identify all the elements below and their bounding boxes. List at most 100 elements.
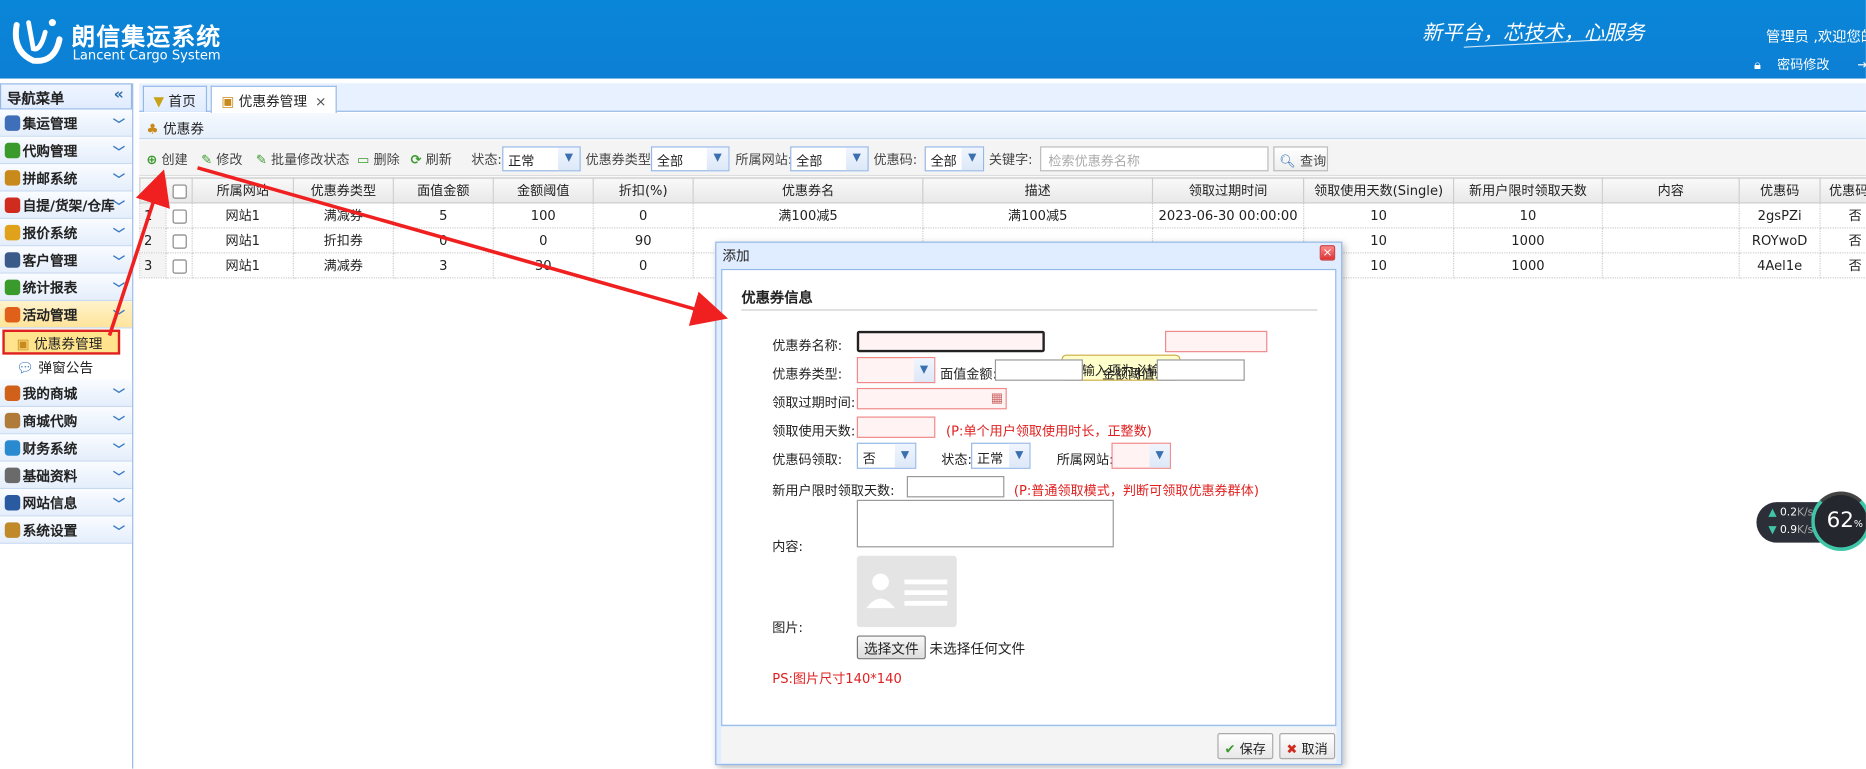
- logout-link[interactable]: ⇥ 安: [1857, 57, 1865, 72]
- column-header[interactable]: 面值金额: [392, 177, 494, 204]
- close-icon[interactable]: ×: [1319, 245, 1336, 261]
- site-select[interactable]: ▼: [1111, 442, 1171, 469]
- sidebar-item-label: 统计报表: [22, 279, 78, 297]
- sidebar-item[interactable]: 财务系统 ﹀: [0, 434, 133, 462]
- rainbow-icon: [4, 307, 21, 323]
- table-row[interactable]: 1 网站1 满减券 5 100 0 满100减5 满100减5 2023-06-30 00:00…: [139, 202, 1866, 229]
- keyword-input[interactable]: 检索优惠券名称: [1040, 146, 1269, 172]
- column-header[interactable]: 金额阈值: [492, 177, 594, 204]
- save-button[interactable]: ✔ 保存: [1217, 733, 1273, 760]
- query-button[interactable]: 🔍︎ 查询: [1273, 146, 1329, 172]
- coupon-name-input[interactable]: [856, 330, 1045, 353]
- code-claim-select[interactable]: 否 ▼: [856, 442, 917, 469]
- create-button[interactable]: ⊕ 创建: [146, 150, 187, 169]
- coupon-desc-input[interactable]: [1165, 330, 1268, 353]
- arrow-down-icon: ▼: [1768, 524, 1777, 537]
- sidebar-item[interactable]: 统计报表 ﹀: [0, 273, 133, 302]
- table-cell: 90: [592, 227, 694, 254]
- sidebar-item-label: 财务系统: [22, 440, 78, 457]
- database-icon: [4, 467, 21, 484]
- sidebar-item[interactable]: 自提/货架/仓库 ﹀: [0, 191, 133, 219]
- coupon-type-select[interactable]: ▼: [856, 357, 936, 384]
- threshold-label: 金额阈值:: [1101, 366, 1159, 382]
- face-value-input[interactable]: [994, 359, 1083, 381]
- row-number: 3: [139, 252, 167, 279]
- column-header[interactable]: 描述: [922, 177, 1154, 204]
- column-header[interactable]: 优惠码领: [1819, 177, 1866, 204]
- search-icon: 🔍︎: [1279, 153, 1296, 169]
- sidebar-item[interactable]: 集运管理 ﹀: [0, 109, 133, 137]
- select-all-checkbox-cell[interactable]: [165, 177, 193, 204]
- sidebar-item[interactable]: 客户管理 ﹀: [0, 246, 133, 274]
- choose-file-button[interactable]: 选择文件: [856, 635, 926, 660]
- sidebar-item[interactable]: 网站信息 ﹀: [0, 489, 133, 517]
- download-speed: ▼ 0.9K/s: [1768, 525, 1813, 537]
- section-title: 优惠券信息: [741, 289, 813, 306]
- collapse-icon[interactable]: «: [114, 86, 124, 104]
- sidebar-item[interactable]: 报价系统 ﹀: [0, 218, 133, 247]
- column-header[interactable]: 优惠券名: [692, 177, 924, 204]
- table-cell: 2gsPZi: [1738, 202, 1821, 229]
- column-header[interactable]: 领取过期时间: [1151, 177, 1305, 204]
- keyword-label: 关键字:: [988, 152, 1033, 168]
- cancel-button[interactable]: ✖ 取消: [1279, 733, 1335, 760]
- select-all-checkbox[interactable]: [171, 183, 187, 199]
- chevron-down-icon: ﹀: [113, 228, 125, 242]
- column-header[interactable]: 折扣(%): [592, 177, 694, 204]
- row-checkbox[interactable]: [171, 258, 187, 274]
- column-header[interactable]: 优惠券类型: [292, 177, 394, 204]
- sidebar-item[interactable]: 拼邮系统 ﹀: [0, 164, 133, 192]
- table-cell: 网站1: [191, 252, 294, 279]
- column-header[interactable]: 内容: [1601, 177, 1740, 204]
- edit-button[interactable]: ✎ 修改: [201, 150, 242, 169]
- sidebar-item[interactable]: 活动管理 ﹀: [0, 301, 133, 329]
- tab-home[interactable]: ▼ 首页: [142, 85, 207, 112]
- type-filter-select[interactable]: 全部 ▼: [650, 146, 730, 172]
- site-filter-select[interactable]: 全部 ▼: [790, 146, 869, 172]
- refresh-button[interactable]: ⟳ 刷新: [411, 150, 452, 169]
- batch-status-button[interactable]: ✎ 批量修改状态: [256, 150, 350, 169]
- newuser-days-input[interactable]: [906, 476, 1005, 498]
- change-password-link[interactable]: 🔒︎ 密码修改: [1754, 57, 1841, 72]
- status-filter-select[interactable]: 正常 ▼: [502, 146, 581, 172]
- code-filter-select[interactable]: 全部 ▼: [924, 146, 985, 172]
- image-size-note: PS:图片尺寸140*140: [772, 671, 902, 687]
- sidebar-item[interactable]: 系统设置 ﹀: [0, 516, 133, 544]
- row-checkbox[interactable]: [171, 208, 187, 224]
- lock-icon: 🔒︎: [1754, 57, 1762, 73]
- content-textarea[interactable]: [856, 499, 1114, 548]
- calendar-icon[interactable]: ▦: [991, 390, 1003, 405]
- column-header[interactable]: 领取使用天数(Single): [1303, 177, 1455, 204]
- coupon-icon: ♣: [146, 120, 159, 137]
- row-checkbox-cell[interactable]: [165, 227, 193, 254]
- sidebar-subitem[interactable]: ▣ 优惠券管理: [2, 329, 121, 355]
- sidebar-subitem[interactable]: 💬︎ 弹窗公告: [0, 355, 132, 380]
- status-select[interactable]: 正常 ▼: [971, 442, 1031, 469]
- newuser-days-label: 新用户限时领取天数:: [772, 483, 895, 499]
- sidebar-item[interactable]: 商城代购 ﹀: [0, 406, 133, 435]
- status-filter-label: 状态:: [471, 152, 502, 168]
- sidebar-item-label: 活动管理: [22, 307, 78, 324]
- home-icon: ▼: [153, 92, 165, 110]
- row-checkbox[interactable]: [171, 233, 187, 249]
- sidebar-item[interactable]: 代购管理 ﹀: [0, 136, 133, 165]
- row-checkbox-cell[interactable]: [165, 202, 193, 229]
- font-icon: [4, 495, 21, 511]
- chevron-down-icon: ▼: [961, 147, 983, 171]
- code-claim-label: 优惠码领取:: [772, 452, 843, 468]
- chevron-down-icon: ▼: [894, 443, 916, 468]
- expire-time-input[interactable]: ▦: [856, 387, 1007, 410]
- sidebar-item[interactable]: 我的商城 ﹀: [0, 379, 133, 407]
- tab-coupon[interactable]: ▣ 优惠券管理 ×: [210, 85, 338, 114]
- column-header[interactable]: 所属网站: [191, 177, 294, 204]
- row-checkbox-cell[interactable]: [165, 252, 193, 279]
- sidebar-item[interactable]: 基础资料 ﹀: [0, 461, 133, 490]
- column-header[interactable]: 优惠码: [1738, 177, 1821, 204]
- delete-button[interactable]: ▭ 删除: [357, 150, 400, 169]
- column-header[interactable]: 新用户限时领取天数: [1452, 177, 1603, 204]
- chevron-down-icon: ﹀: [113, 201, 125, 215]
- threshold-input[interactable]: [1156, 359, 1245, 381]
- use-days-input[interactable]: [856, 416, 936, 438]
- tab-close-icon[interactable]: ×: [315, 93, 326, 110]
- memory-gauge[interactable]: 62%: [1811, 491, 1866, 551]
